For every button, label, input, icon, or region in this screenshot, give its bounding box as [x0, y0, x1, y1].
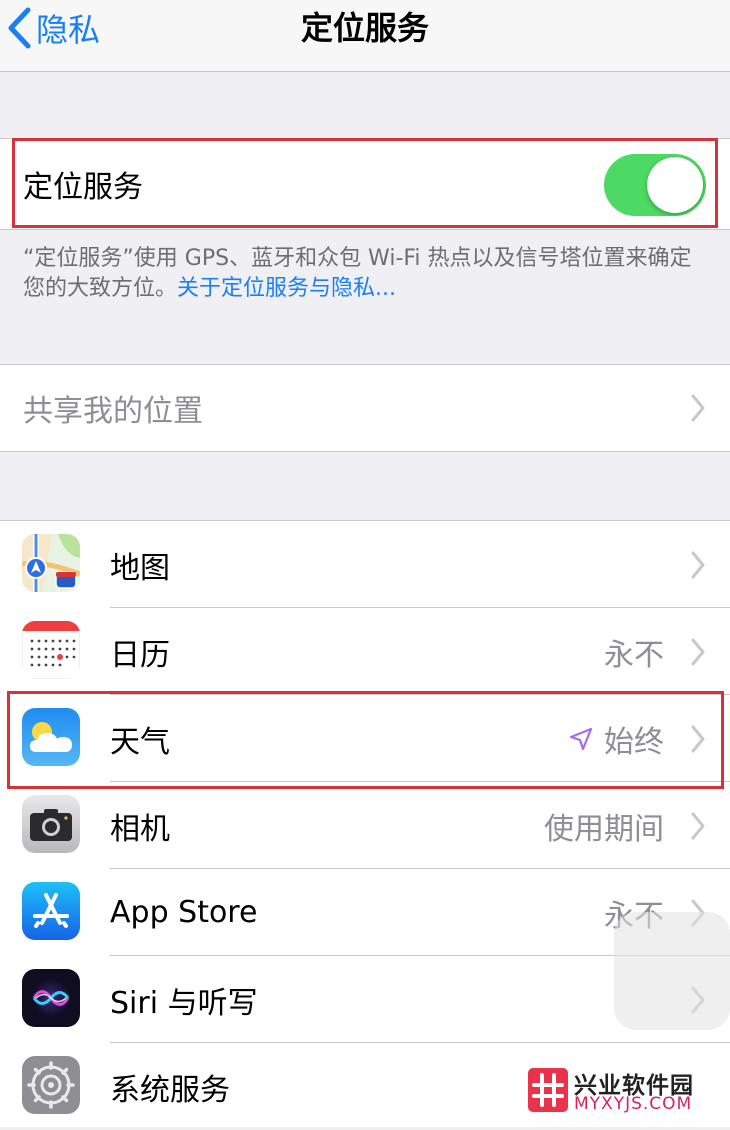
page-title: 定位服务 — [300, 9, 429, 47]
app-value-weather: 始终 — [568, 695, 664, 782]
app-label-siri: Siri 与听写 — [110, 985, 258, 1021]
app-label-camera: 相机 — [110, 811, 170, 847]
location-services-group: 定位服务 — [0, 138, 730, 230]
app-value-weather-text: 始终 — [604, 724, 664, 760]
privacy-link[interactable]: 关于定位服务与隐私... — [177, 276, 396, 301]
app-label-calendar: 日历 — [110, 637, 170, 673]
app-label-system-services: 系统服务 — [110, 1072, 230, 1108]
settings-gear-icon — [22, 1056, 80, 1114]
app-label-weather: 天气 — [110, 724, 170, 760]
chevron-right-icon — [691, 812, 705, 839]
share-my-location-label: 共享我的位置 — [23, 394, 203, 429]
camera-icon — [22, 795, 80, 853]
app-row-maps[interactable]: 地图 — [0, 521, 730, 608]
watermark: 兴业软件园 MYXYJS.COM — [526, 1064, 726, 1120]
assistive-touch-button[interactable] — [614, 912, 730, 1030]
navigation-bar: 隐私 定位服务 — [0, 0, 730, 72]
app-store-icon — [22, 882, 80, 940]
app-row-calendar[interactable]: 日历 永不 — [0, 608, 730, 695]
siri-icon — [22, 969, 80, 1027]
chevron-right-icon — [691, 394, 705, 422]
app-label-maps: 地图 — [110, 550, 170, 586]
share-my-location-row[interactable]: 共享我的位置 — [0, 365, 730, 451]
app-label-app-store: App Store — [110, 895, 258, 930]
toggle-knob — [647, 157, 703, 213]
watermark-en-text: MYXYJS.COM — [574, 1094, 693, 1114]
location-services-description: “定位服务”使用 GPS、蓝牙和众包 Wi-Fi 热点以及信号塔位置来确定您的大… — [23, 244, 703, 304]
location-services-label: 定位服务 — [23, 170, 143, 205]
weather-icon — [22, 708, 80, 766]
share-location-group: 共享我的位置 — [0, 364, 730, 452]
watermark-logo-icon — [528, 1068, 568, 1112]
app-value-camera: 使用期间 — [544, 811, 664, 847]
location-arrow-icon — [569, 727, 593, 750]
calendar-icon — [22, 621, 80, 679]
chevron-right-icon — [691, 638, 705, 665]
maps-icon — [22, 534, 80, 592]
chevron-right-icon — [691, 725, 705, 752]
chevron-right-icon — [691, 551, 705, 578]
app-value-calendar: 永不 — [604, 637, 664, 673]
app-list: 地图 日历 永不 天气 始终 相机 使用期间 App Store Siri 与听… — [0, 520, 730, 1127]
location-services-toggle[interactable] — [604, 154, 706, 216]
location-services-row: 定位服务 — [0, 139, 730, 229]
app-row-camera[interactable]: 相机 使用期间 — [0, 782, 730, 869]
app-row-weather[interactable]: 天气 始终 — [0, 695, 730, 782]
